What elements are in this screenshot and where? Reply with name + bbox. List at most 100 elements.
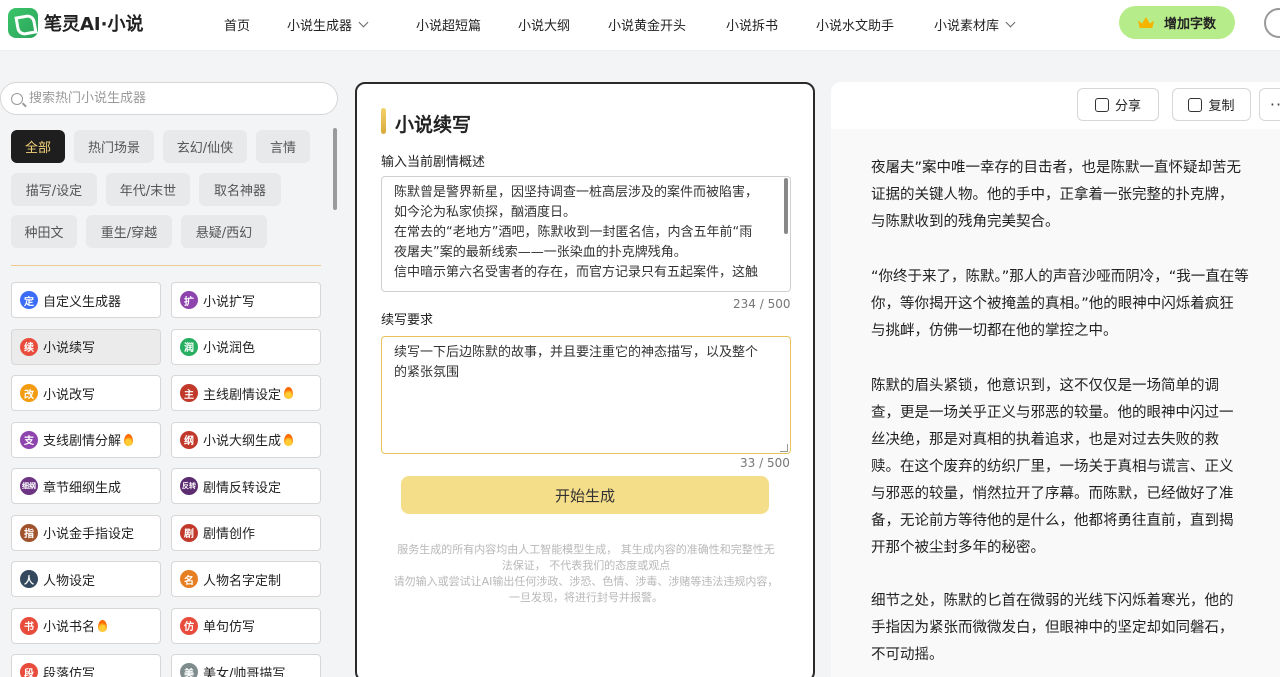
- tool-badge-icon: 仿: [180, 616, 198, 635]
- nav-item[interactable]: 小说素材库: [934, 15, 1016, 34]
- tool-badge-icon: 书: [20, 616, 38, 635]
- category-chip[interactable]: 描写/设定: [11, 173, 97, 206]
- more-options-button[interactable]: ···: [1259, 88, 1280, 121]
- plot-char-counter: 234 / 500: [733, 297, 791, 311]
- tool-badge-icon: 段: [20, 663, 38, 677]
- nav-item[interactable]: 小说拆书: [726, 15, 778, 34]
- output-line: 与挑衅，仿佛一切都在他的掌控之中。: [871, 323, 1118, 339]
- category-chip[interactable]: 取名神器: [199, 173, 281, 206]
- output-line: 细节之处，陈默的匕首在微弱的光线下闪烁着寒光，他的: [871, 593, 1234, 609]
- category-chip[interactable]: 重生/穿越: [86, 215, 172, 248]
- tool-label: 段落仿写: [43, 666, 96, 677]
- brand-name[interactable]: 笔灵AI·小说: [44, 10, 143, 36]
- generator-tool[interactable]: 名人物名字定制: [171, 561, 321, 597]
- disclaimer-line: 一旦发现，将进行封号并报警。: [509, 591, 663, 604]
- start-generate-button[interactable]: 开始生成: [401, 476, 769, 514]
- output-line: 备，无论前方等待他的是什么，他都将勇往直前，直到揭: [871, 513, 1234, 529]
- tool-label: 单句仿写: [203, 620, 256, 635]
- share-button[interactable]: 分享: [1077, 88, 1159, 121]
- output-line: 与邪恶的较量，悄然拉开了序幕。而陈默，已经做好了准: [871, 486, 1234, 502]
- tool-label: 美女/帅哥描写: [203, 666, 286, 677]
- generator-tool[interactable]: 改小说改写: [11, 375, 161, 411]
- requirement-char-counter: 33 / 500: [740, 456, 790, 470]
- requirement-line: 续写一下后边陈默的故事，并且要注重它的神态描写，以及整个: [394, 345, 759, 360]
- nav-item[interactable]: 首页: [224, 15, 250, 34]
- copy-icon: [1188, 97, 1203, 112]
- generator-tool[interactable]: 人人物设定: [11, 561, 161, 597]
- nav-item-label: 小说大纲: [518, 19, 571, 34]
- output-line: 开那个被尘封多年的秘密。: [871, 540, 1045, 556]
- requirement-textarea[interactable]: 续写一下后边陈默的故事，并且要注重它的神态描写，以及整个 的紧张氛围: [381, 336, 791, 454]
- generator-tool[interactable]: 细纲 章节细纲生成: [11, 468, 161, 504]
- output-line: 陈默的眉头紧锁，他意识到，这不仅仅是一场简单的调: [871, 378, 1219, 394]
- category-chip[interactable]: 玄幻/仙侠: [163, 130, 247, 163]
- nav-item[interactable]: 小说黄金开头: [608, 15, 686, 34]
- fire-icon: [284, 387, 294, 399]
- requirement-label: 续写要求: [381, 313, 434, 328]
- search-input[interactable]: [29, 91, 319, 106]
- category-chip[interactable]: 年代/末世: [106, 173, 190, 206]
- output-line: 证据的关键人物。他的手中，正拿着一张完整的扑克牌，: [871, 187, 1234, 203]
- generator-tool[interactable]: 支支线剧情分解: [11, 421, 161, 458]
- copy-button[interactable]: 复制: [1172, 88, 1251, 121]
- user-avatar[interactable]: [1264, 8, 1280, 38]
- disclaimer-line: 服务生成的所有内容均由人工智能模型生成， 其生成内容的准确性和完整性无: [397, 543, 775, 556]
- nav-item-label: 小说生成器: [287, 19, 353, 34]
- tool-label: 支线剧情分解: [43, 434, 122, 449]
- tool-label: 自定义生成器: [43, 294, 122, 310]
- nav-item-label: 首页: [224, 19, 251, 34]
- output-line: “你终于来了，陈默。”那人的声音沙哑而阴冷，“我一直在等: [871, 269, 1249, 285]
- nav-item[interactable]: 小说生成器: [287, 15, 369, 34]
- tool-badge-icon: 支: [20, 430, 38, 449]
- share-label: 分享: [1114, 99, 1141, 114]
- brand-logo-icon[interactable]: [8, 8, 38, 38]
- generator-tool[interactable]: 主主线剧情设定: [171, 375, 321, 411]
- generator-tool[interactable]: 扩小说扩写: [171, 282, 321, 318]
- output-paragraph: 陈默的眉头紧锁，他意识到，这不仅仅是一场简单的调 查，更是一场关乎正义与邪恶的较量…: [871, 373, 1234, 562]
- nav-item[interactable]: 小说大纲: [518, 15, 570, 34]
- category-chip[interactable]: 悬疑/西幻: [181, 215, 267, 248]
- copy-label: 复制: [1208, 99, 1235, 114]
- generator-tool[interactable]: 润小说润色: [171, 328, 321, 365]
- search-box[interactable]: [0, 82, 338, 115]
- generator-tool[interactable]: 定自定义生成器: [11, 282, 161, 318]
- search-icon: [11, 92, 23, 105]
- generator-tool[interactable]: 反转 剧情反转设定: [171, 468, 321, 504]
- tool-badge-icon: 续: [20, 337, 38, 356]
- generator-tool[interactable]: 书小说书名: [11, 607, 161, 644]
- tool-label: 小说润色: [203, 341, 256, 356]
- output-paragraph: “你终于来了，陈默。”那人的声音沙哑而阴冷，“我一直在等 你，等你揭开这个被掩盖的…: [871, 264, 1249, 345]
- output-line: 赎。在这个废弃的纺织厂里，一场关于真相与谎言、正义: [871, 459, 1234, 475]
- tool-badge-icon: 人: [20, 570, 38, 588]
- generator-tool[interactable]: 指小说金手指设定: [11, 514, 161, 551]
- tool-badge-icon: 名: [180, 570, 198, 588]
- generator-tool[interactable]: 纲小说大纲生成: [171, 421, 321, 458]
- add-words-button[interactable]: 增加字数: [1119, 6, 1235, 39]
- tool-label: 小说改写: [43, 387, 96, 403]
- plot-summary-textarea[interactable]: 陈默曾是警界新星，因坚持调查一桩高层涉及的案件而被陷害， 如今沦为私家侦探，酗酒度…: [381, 176, 791, 292]
- sidebar-scrollbar[interactable]: [333, 128, 337, 210]
- plot-line: 陈默曾是警界新星，因坚持调查一桩高层涉及的案件而被陷害，: [394, 185, 759, 200]
- generator-tool[interactable]: 段段落仿写: [11, 654, 161, 677]
- tool-label: 小说扩写: [203, 294, 256, 310]
- category-chip[interactable]: 全部: [11, 130, 65, 163]
- output-line: 丝决绝，那是对真相的执着追求，也是对过去失败的救: [871, 432, 1219, 448]
- nav-item[interactable]: 小说超短篇: [416, 15, 481, 34]
- category-chip[interactable]: 种田文: [11, 215, 77, 248]
- category-chip[interactable]: 言情: [256, 130, 310, 163]
- output-line: 夜屠夫”案中唯一幸存的目击者，也是陈默一直怀疑却苦无: [871, 160, 1242, 176]
- output-paragraph: 细节之处，陈默的匕首在微弱的光线下闪烁着寒光，他的 手指因为紧张而微微发白，但眼神…: [871, 588, 1234, 669]
- chevron-down-icon: [1005, 17, 1016, 28]
- plot-textarea-scrollbar[interactable]: [784, 178, 788, 234]
- resize-handle-icon[interactable]: [780, 444, 788, 452]
- generator-tool[interactable]: 续小说续写: [11, 328, 161, 365]
- category-chip[interactable]: 热门场景: [74, 130, 154, 163]
- nav-item[interactable]: 小说水文助手: [816, 15, 894, 34]
- category-divider: [11, 265, 321, 266]
- tool-label: 小说金手指设定: [43, 527, 135, 542]
- generator-tool[interactable]: 仿单句仿写: [171, 607, 321, 644]
- nav-item-label: 小说超短篇: [416, 19, 482, 34]
- tool-badge-icon: 扩: [180, 291, 198, 309]
- generator-tool[interactable]: 美美女/帅哥描写: [171, 654, 321, 677]
- generator-tool[interactable]: 剧剧情创作: [171, 514, 321, 551]
